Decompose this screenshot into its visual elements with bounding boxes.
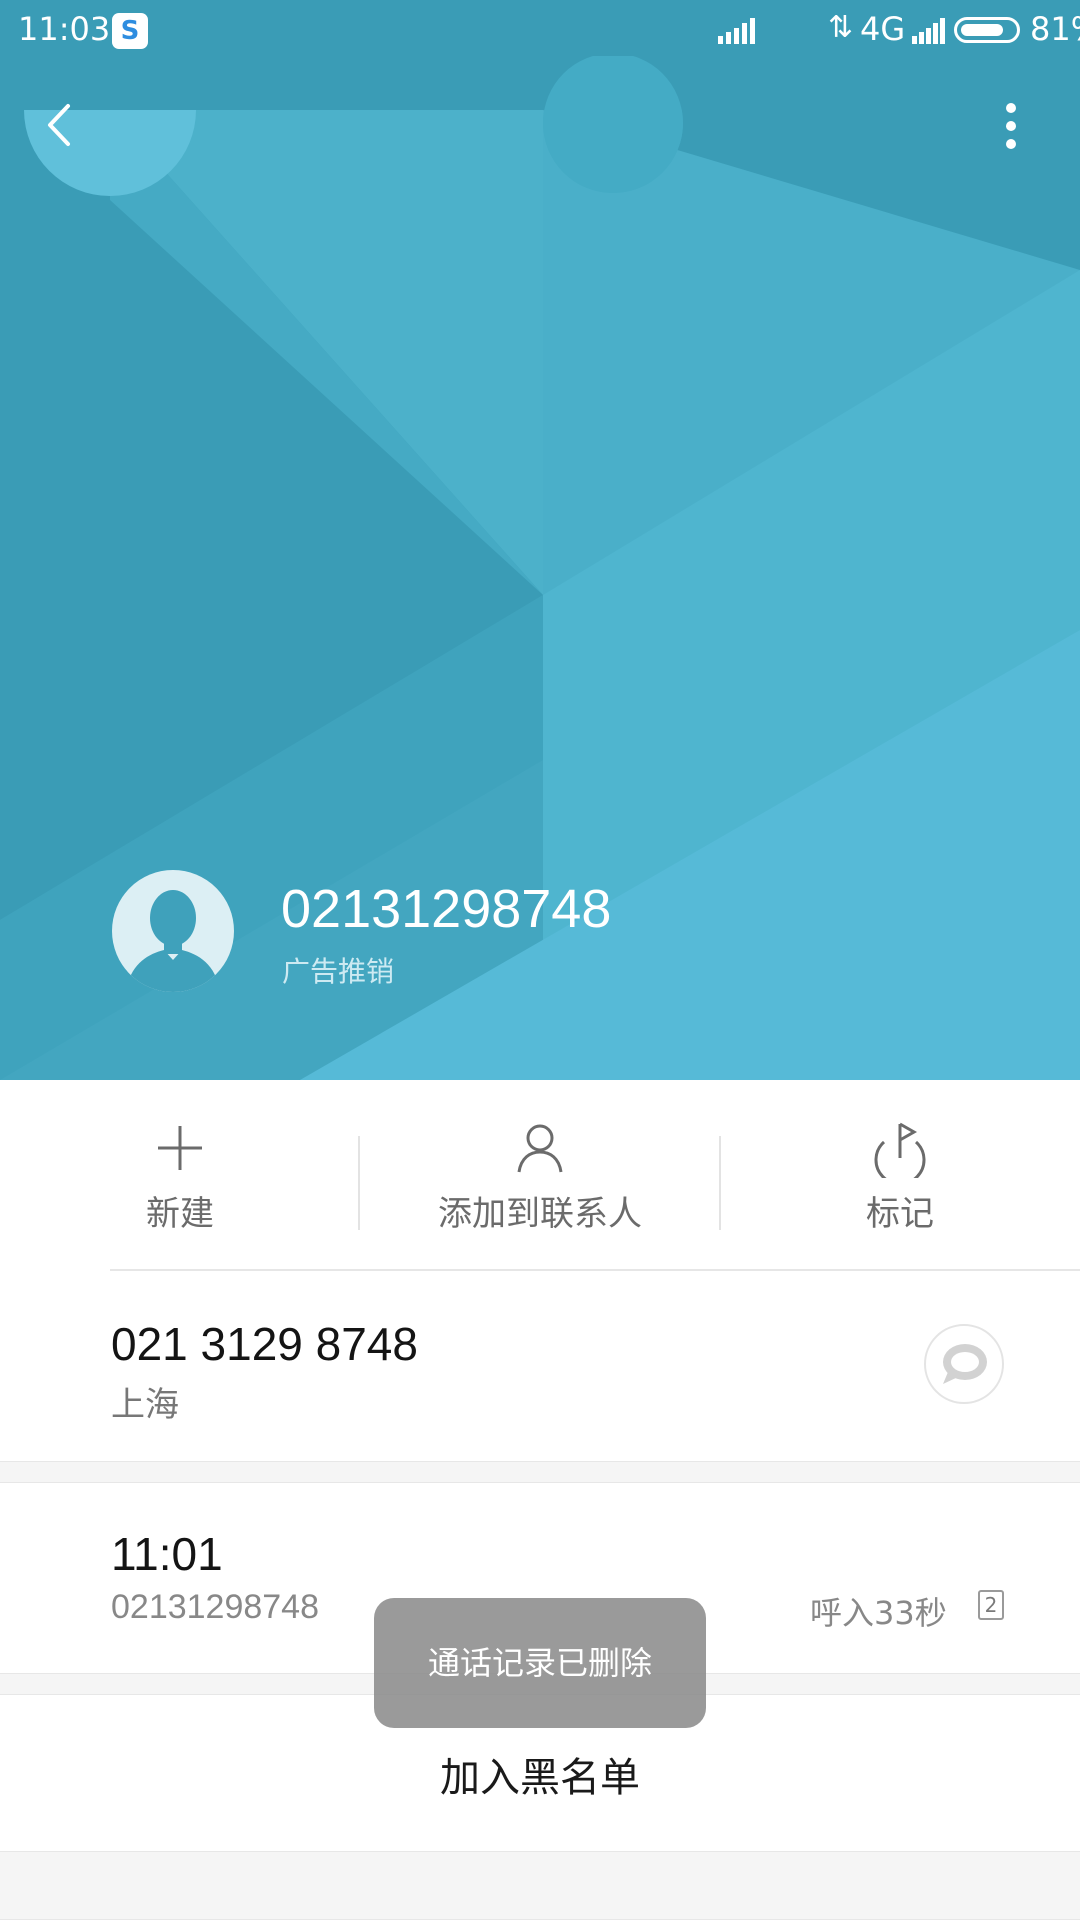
- mark-button[interactable]: 标记: [760, 1080, 1040, 1270]
- network-type: 4G: [860, 10, 906, 48]
- call-number: 02131298748: [111, 1588, 320, 1626]
- status-bar: 11:03 S ⇅ 4G 81%: [0, 0, 1080, 60]
- add-to-contacts-label: 添加到联系人: [438, 1194, 642, 1234]
- data-arrows-icon: ⇅: [828, 10, 854, 45]
- mark-label: 标记: [866, 1194, 934, 1234]
- contact-avatar: [112, 870, 234, 992]
- new-button[interactable]: 新建: [40, 1080, 320, 1270]
- call-type: 呼入33秒: [810, 1594, 947, 1632]
- more-options-button[interactable]: [990, 100, 1032, 154]
- flag-icon: [874, 1122, 926, 1178]
- section-gap: [0, 1461, 1080, 1483]
- sim-card-icon: 2: [978, 1590, 1004, 1620]
- more-vertical-icon: [1006, 103, 1016, 149]
- contact-tag: 广告推销: [282, 955, 395, 988]
- battery-icon: [954, 17, 1020, 43]
- status-time: 11:03: [18, 10, 111, 48]
- phone-location: 上海: [111, 1385, 179, 1425]
- phone-number: 021 3129 8748: [111, 1318, 418, 1370]
- battery-percent: 81%: [1030, 10, 1080, 48]
- add-to-blacklist-label: 加入黑名单: [440, 1755, 640, 1801]
- action-bar: 新建 添加到联系人 标记: [0, 1080, 1080, 1270]
- contact-header: 11:03 S ⇅ 4G 81%: [0, 0, 1080, 1080]
- chevron-left-icon: [48, 104, 70, 146]
- divider: [719, 1136, 721, 1230]
- back-button[interactable]: [40, 100, 80, 150]
- send-message-button[interactable]: [924, 1324, 1004, 1404]
- battery-level: [961, 24, 1003, 36]
- add-to-contacts-button[interactable]: 添加到联系人: [380, 1080, 700, 1270]
- status-indicators: ⇅ 4G 81%: [700, 0, 1080, 60]
- divider: [358, 1136, 360, 1230]
- person-icon: [517, 1124, 563, 1173]
- person-silhouette-icon: [126, 890, 220, 992]
- call-time: 11:01: [111, 1528, 223, 1580]
- new-button-label: 新建: [146, 1194, 214, 1234]
- section-gap: [0, 1851, 1080, 1920]
- phone-number-row[interactable]: 021 3129 8748 上海: [0, 1271, 1080, 1461]
- message-icon: [943, 1344, 987, 1384]
- plus-icon: [158, 1126, 202, 1170]
- signal-icon: [718, 18, 755, 44]
- toast-message: 通话记录已删除: [374, 1598, 706, 1728]
- signal-icon-2: [912, 18, 945, 44]
- contact-number: 02131298748: [281, 879, 612, 939]
- app-badge-icon: S: [112, 13, 148, 49]
